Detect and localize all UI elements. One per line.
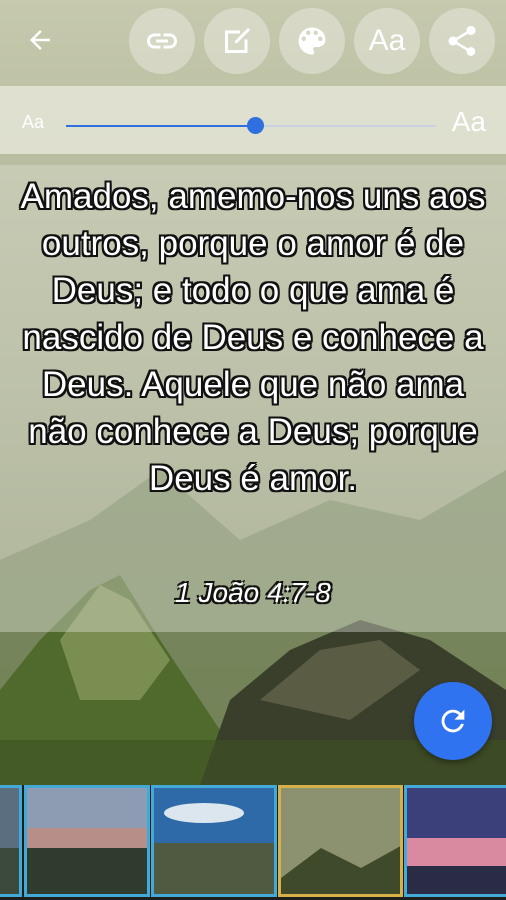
slider-fill — [66, 125, 255, 127]
palette-icon — [298, 27, 326, 55]
back-button[interactable] — [20, 20, 60, 60]
palette-button[interactable] — [279, 8, 345, 74]
font-size-button[interactable]: Aa — [354, 8, 420, 74]
background-thumbnail-strip — [0, 785, 506, 900]
small-size-label: Aa — [22, 112, 45, 132]
thumbnail-2[interactable] — [151, 785, 277, 897]
thumbnail-0[interactable] — [0, 785, 22, 897]
slider-thumb[interactable] — [247, 117, 264, 134]
top-toolbar: Aa — [0, 0, 506, 84]
link-button[interactable] — [129, 8, 195, 74]
share-icon — [448, 26, 476, 56]
share-button[interactable] — [429, 8, 495, 74]
thumbnail-1[interactable] — [24, 785, 150, 897]
font-size-icon: Aa — [368, 24, 406, 57]
refresh-icon — [441, 709, 465, 733]
verse-panel: Amados, amemo-nos uns aos outros, porque… — [0, 165, 506, 632]
verse-text: Amados, amemo-nos uns aos outros, porque… — [20, 177, 486, 498]
link-icon — [147, 33, 177, 49]
arrow-left-icon — [30, 30, 50, 50]
thumbnail-4[interactable] — [404, 785, 506, 897]
thumbnail-3[interactable] — [278, 785, 403, 897]
text-size-slider[interactable] — [66, 117, 436, 134]
verse-reference: 1 João 4:7-8 — [175, 577, 331, 608]
large-size-label: Aa — [451, 106, 486, 137]
refresh-button[interactable] — [414, 682, 492, 760]
edit-button[interactable] — [204, 8, 270, 74]
edit-icon — [225, 27, 251, 53]
